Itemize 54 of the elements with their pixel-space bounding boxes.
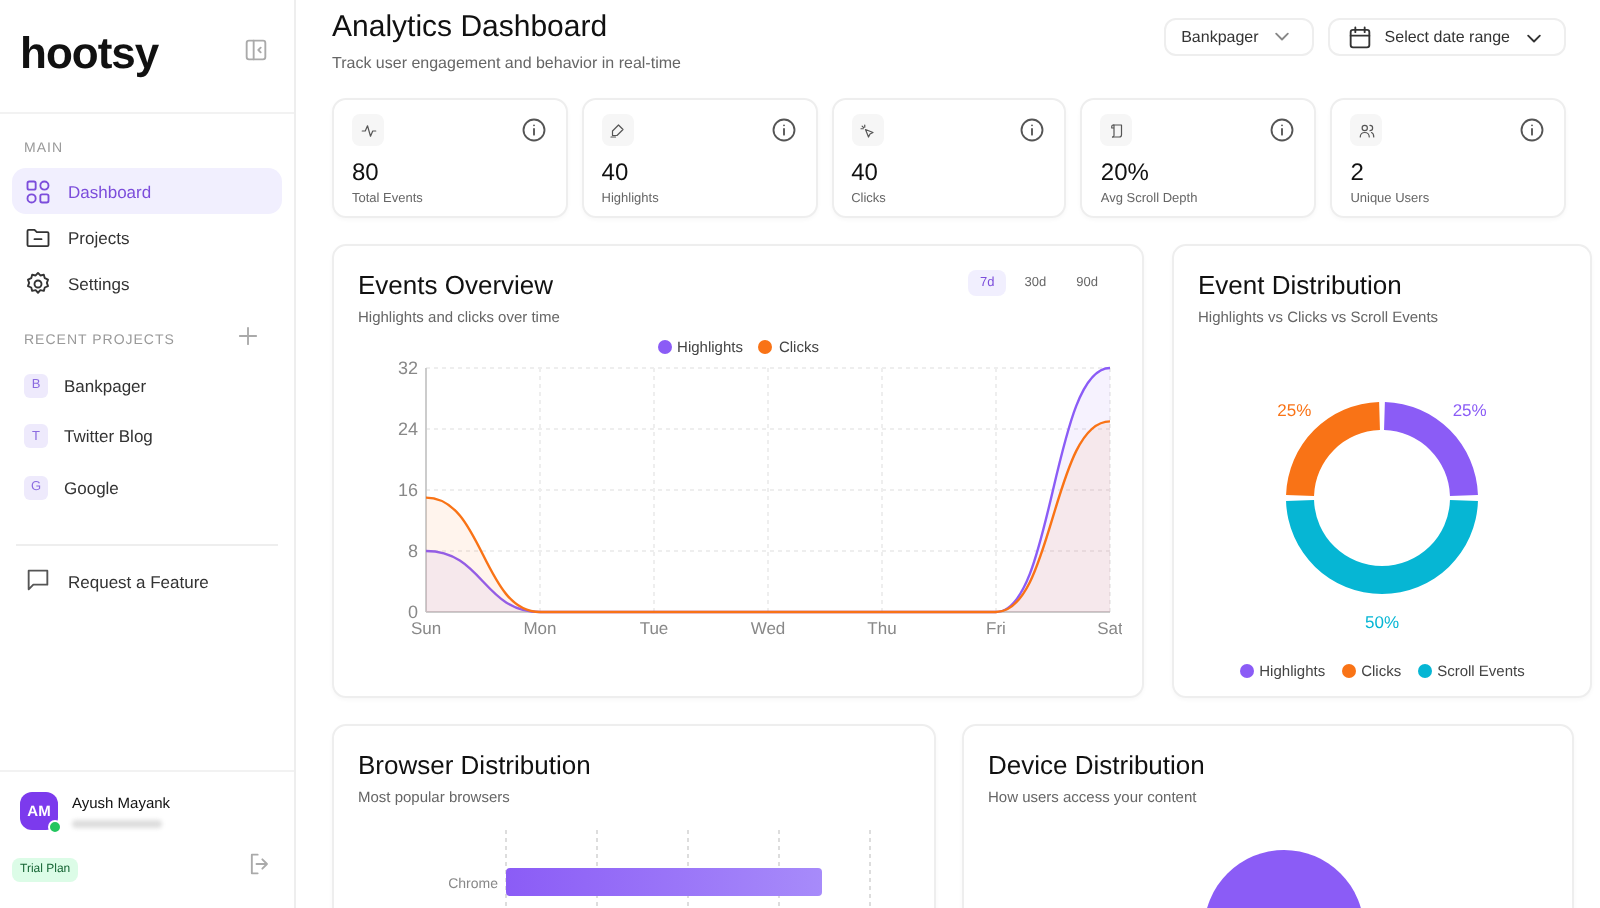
calendar-icon [1346,23,1375,51]
users-icon [1357,121,1376,139]
pulse-icon [359,121,377,139]
date-range-select[interactable]: Select date range [1328,18,1566,56]
data-label: 25% [1452,400,1487,421]
card-title: Browser Distribution [358,750,593,780]
sparkle-icon [858,121,877,139]
y-axis-label: 16 [397,480,418,500]
project-name: Twitter Blog [64,426,153,447]
y-axis-label: 24 [397,419,418,439]
y-axis-label: 32 [397,358,418,378]
x-axis-label: Tue [639,618,669,638]
chat-icon [24,565,52,593]
pen-icon [608,121,627,139]
stat-value: 40 [851,158,880,186]
nav-item[interactable]: Dashboard [12,168,282,214]
gear-icon [24,269,52,297]
project-name: Bankpager [64,375,147,396]
x-axis-label: Sat [1097,618,1122,638]
card-title: Events Overview [358,270,556,300]
y-axis-label: 8 [407,541,418,561]
request-feature-link[interactable]: Request a Feature [68,571,209,591]
data-label: 50% [1365,612,1399,632]
info-icon [519,116,548,144]
x-axis-label: Fri [986,618,1006,638]
info-icon [1018,116,1047,144]
stat-value: 20% [1100,158,1151,186]
x-axis-label: Mon [523,618,557,638]
info-icon [769,116,798,144]
x-axis-label: Sun [410,618,442,638]
add-icon [234,322,262,350]
info-icon [1268,116,1297,144]
folder-icon [24,223,52,251]
x-axis-label: Wed [750,618,786,638]
nav-item[interactable]: Settings [12,260,282,306]
card-title: Device Distribution [988,750,1207,780]
x-axis-label: Thu [867,618,897,638]
stat-value: 2 [1350,158,1366,186]
sidebar-toggle-icon [242,35,270,63]
stat-value: 80 [352,158,381,186]
grid-icon [24,177,52,205]
card-title: Event Distribution [1198,270,1404,300]
project-select[interactable]: Bankpager [1163,18,1315,56]
page-subtitle: Track user engagement and behavior in real-time [332,54,681,72]
nav-item[interactable]: Projects [12,214,282,260]
scroll-icon [1107,121,1126,139]
data-label: 25% [1277,400,1312,421]
stat-value: 40 [601,158,631,186]
y-axis-label: 0 [407,602,418,622]
page-title: Analytics Dashboard [332,10,610,44]
logo: hootsy [20,28,159,80]
project-name: Google [64,477,119,498]
info-icon [1518,116,1546,144]
logout-icon [246,850,274,878]
